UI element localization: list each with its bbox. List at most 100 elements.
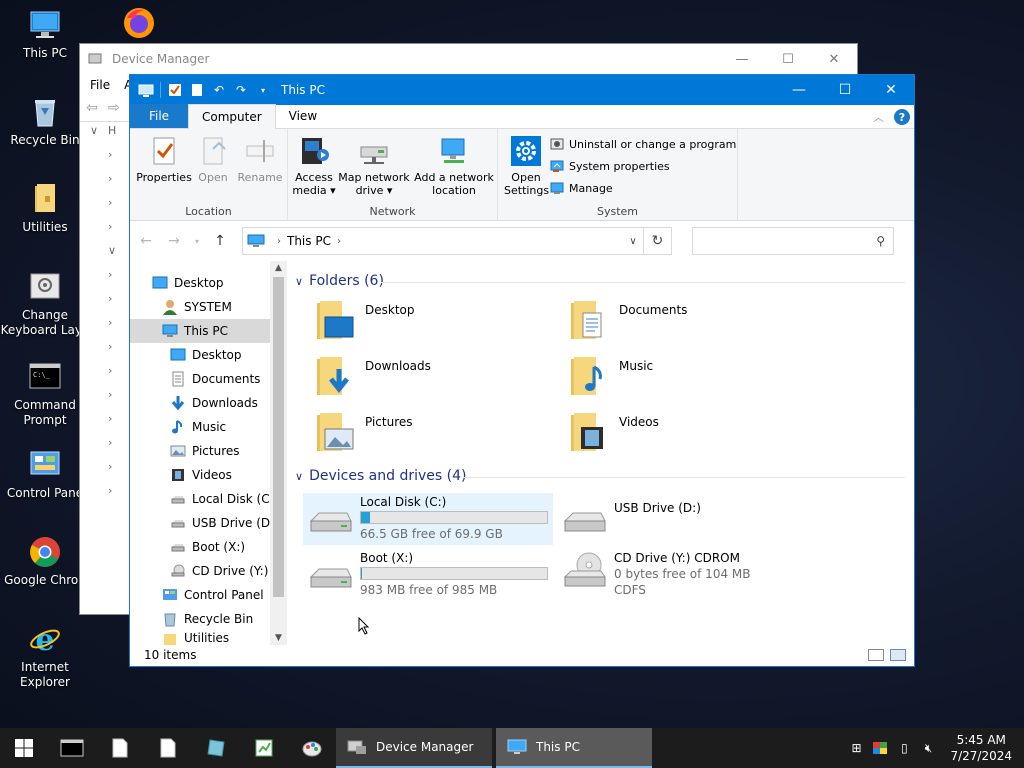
- taskbar-this-pc[interactable]: This PC: [496, 728, 652, 768]
- folder-tile-desktop[interactable]: Desktop: [313, 299, 415, 343]
- volume-muted-icon[interactable]: 🔇︎: [920, 740, 936, 756]
- nav-item-downloads[interactable]: Downloads: [130, 391, 286, 415]
- breadcrumb-separator-icon[interactable]: ›: [277, 236, 281, 247]
- tree-row[interactable]: ∨: [80, 244, 132, 268]
- nav-item-utilities[interactable]: Utilities: [130, 631, 286, 645]
- tree-row[interactable]: ›: [80, 148, 132, 172]
- nav-item-desktop[interactable]: Desktop: [130, 271, 286, 295]
- new-folder-icon[interactable]: [189, 82, 205, 98]
- maximize-icon[interactable]: ☐: [822, 75, 868, 105]
- desktop-icon-chrome[interactable]: Google Chron: [0, 535, 90, 588]
- tree-row[interactable]: ›: [80, 196, 132, 220]
- address-bar[interactable]: › This PC › ∨ ↻: [242, 227, 672, 255]
- devices-section-header[interactable]: ∨ Devices and drives (4): [295, 468, 466, 484]
- start-button[interactable]: [0, 728, 48, 768]
- close-icon[interactable]: ✕: [811, 44, 857, 74]
- folder-tile-documents[interactable]: Documents: [567, 299, 687, 343]
- tree-row[interactable]: ›: [80, 484, 132, 508]
- taskbar-app-paint[interactable]: [288, 728, 336, 768]
- back-arrow-icon[interactable]: ←: [136, 231, 156, 251]
- drive-tile-cd-drive-y[interactable]: CD Drive (Y:) CDROM 0 bytes free of 104 …: [557, 549, 807, 601]
- desktop-icon-keyboard-layout[interactable]: Change Keyboard Layo: [0, 270, 90, 338]
- recent-locations-icon[interactable]: ▾: [192, 231, 202, 251]
- nav-item-this-pc[interactable]: This PC: [130, 319, 270, 343]
- menu-file[interactable]: File: [90, 78, 110, 92]
- nav-item-boot-x[interactable]: Boot (X:): [130, 535, 286, 559]
- chevron-down-icon[interactable]: ∨: [295, 470, 303, 483]
- undo-icon[interactable]: ↶: [211, 82, 227, 98]
- desktop-icon-control-panel[interactable]: Control Pane: [0, 448, 90, 501]
- taskbar-device-manager[interactable]: Device Manager: [336, 728, 492, 768]
- desktop-icon-internet-explorer[interactable]: e Internet Explorer: [0, 622, 90, 690]
- tab-file[interactable]: File: [130, 104, 188, 128]
- taskbar-notepad-1[interactable]: [96, 728, 144, 768]
- taskbar-command-prompt[interactable]: [48, 728, 96, 768]
- folder-tile-videos[interactable]: Videos: [567, 411, 659, 455]
- breadcrumb-separator-icon[interactable]: ›: [337, 236, 341, 247]
- tree-row[interactable]: ›: [80, 412, 132, 436]
- explorer-titlebar[interactable]: ↶ ↷ ▾ This PC — ☐ ✕: [130, 75, 914, 105]
- large-icons-view-icon[interactable]: [890, 649, 906, 661]
- display-color-icon[interactable]: [872, 740, 888, 756]
- forward-arrow-icon[interactable]: ⇨: [108, 100, 120, 116]
- open-settings-button[interactable]: Open Settings: [504, 135, 549, 197]
- desktop-icon-this-pc[interactable]: This PC: [0, 8, 90, 61]
- tree-row[interactable]: ∨ H: [80, 124, 132, 148]
- tab-view[interactable]: View: [276, 104, 330, 128]
- desktop-icon-command-prompt[interactable]: C:\_ Command Prompt: [0, 360, 90, 428]
- nav-item-local-disk-c[interactable]: Local Disk (C:): [130, 487, 286, 511]
- system-properties-button[interactable]: System properties: [550, 159, 670, 173]
- manage-button[interactable]: Manage: [550, 181, 613, 195]
- nav-item-pictures[interactable]: Pictures: [130, 439, 286, 463]
- chevron-down-icon[interactable]: ∨: [623, 236, 643, 247]
- maximize-icon[interactable]: ☐: [765, 44, 811, 74]
- tree-row[interactable]: ›: [80, 388, 132, 412]
- firefox-desktop-icon[interactable]: [122, 6, 156, 40]
- tree-row[interactable]: ›: [80, 268, 132, 292]
- drive-tile-local-disk-c[interactable]: Local Disk (C:) 66.5 GB free of 69.9 GB: [303, 493, 553, 545]
- tree-row[interactable]: ›: [80, 340, 132, 364]
- access-media-button[interactable]: Access media ▾: [292, 135, 336, 197]
- up-arrow-icon[interactable]: ↑: [210, 231, 230, 251]
- uninstall-program-button[interactable]: Uninstall or change a program: [550, 137, 736, 151]
- tree-row[interactable]: ›: [80, 172, 132, 196]
- scroll-down-arrow-icon[interactable]: ▼: [270, 633, 287, 643]
- file-explorer-window[interactable]: ↶ ↷ ▾ This PC — ☐ ✕ File Computer View ︿…: [129, 74, 915, 667]
- nav-item-videos[interactable]: Videos: [130, 463, 286, 487]
- close-icon[interactable]: ✕: [868, 75, 914, 105]
- properties-button[interactable]: Properties: [136, 135, 192, 184]
- folder-tile-pictures[interactable]: Pictures: [313, 411, 413, 455]
- back-arrow-icon[interactable]: ⇦: [86, 100, 98, 116]
- taskbar-notepad-2[interactable]: [144, 728, 192, 768]
- rename-button[interactable]: Rename: [234, 135, 286, 184]
- nav-item-system-user[interactable]: SYSTEM: [130, 295, 286, 319]
- breadcrumb-this-pc[interactable]: This PC: [287, 234, 331, 248]
- chevron-down-icon[interactable]: ▾: [255, 82, 271, 98]
- tree-row[interactable]: ›: [80, 460, 132, 484]
- folders-section-header[interactable]: ∨ Folders (6): [295, 273, 384, 289]
- desktop-icon-utilities[interactable]: Utilities: [0, 182, 90, 235]
- usb-eject-icon[interactable]: ▯: [896, 740, 912, 756]
- nav-item-music[interactable]: Music: [130, 415, 286, 439]
- tree-row[interactable]: ›: [80, 316, 132, 340]
- refresh-icon[interactable]: ↻: [643, 228, 671, 254]
- minimize-icon[interactable]: —: [776, 75, 822, 105]
- map-network-drive-button[interactable]: Map network drive ▾: [338, 135, 410, 197]
- folder-tile-music[interactable]: Music: [567, 355, 653, 399]
- add-network-location-button[interactable]: Add a network location: [412, 135, 496, 197]
- details-view-icon[interactable]: [868, 649, 884, 661]
- tree-row[interactable]: ›: [80, 436, 132, 460]
- network-icon[interactable]: ⊞: [848, 740, 864, 756]
- drive-tile-usb-drive-d[interactable]: USB Drive (D:): [557, 493, 807, 545]
- help-icon[interactable]: ?: [894, 109, 910, 125]
- desktop-icon-recycle-bin[interactable]: Recycle Bin: [0, 95, 90, 148]
- nav-item-control-panel[interactable]: Control Panel: [130, 583, 286, 607]
- chevron-down-icon[interactable]: ∨: [295, 275, 303, 288]
- tab-computer[interactable]: Computer: [188, 104, 276, 129]
- taskbar-app-notes[interactable]: [192, 728, 240, 768]
- tree-row[interactable]: ›: [80, 220, 132, 244]
- properties-check-icon[interactable]: [167, 82, 183, 98]
- search-input[interactable]: ⚲: [692, 227, 894, 255]
- open-button[interactable]: Open: [192, 135, 234, 184]
- drive-tile-boot-x[interactable]: Boot (X:) 983 MB free of 985 MB: [303, 549, 553, 601]
